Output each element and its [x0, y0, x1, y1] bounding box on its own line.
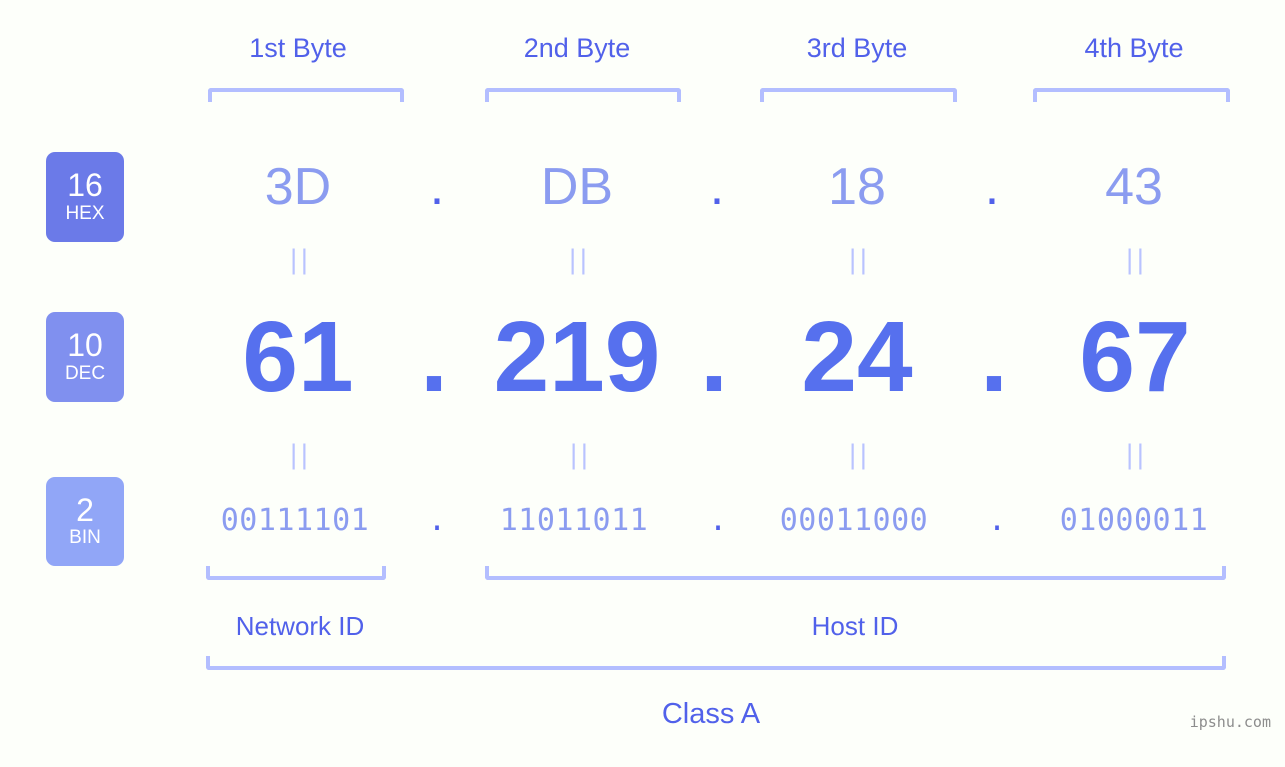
byte-header-2: 2nd Byte — [523, 33, 631, 63]
bin-octet-4: 01000011 — [1059, 503, 1209, 538]
byte-bracket-1 — [208, 88, 404, 102]
equals-dec-bin-2: || — [569, 440, 591, 470]
equals-hex-dec-1: || — [289, 245, 311, 275]
network-id-bracket — [206, 566, 386, 580]
bin-separator-2: . — [708, 503, 728, 538]
class-label: Class A — [661, 698, 761, 730]
equals-dec-bin-4: || — [1125, 440, 1147, 470]
dec-octet-4: 67 — [1079, 301, 1191, 413]
network-id-label: Network ID — [235, 611, 365, 641]
dec-octet-2: 219 — [493, 301, 661, 413]
byte-bracket-3 — [760, 88, 957, 102]
base-badge-hex: 16 HEX — [46, 152, 124, 242]
base-badge-bin-number: 2 — [76, 491, 94, 528]
dec-octet-3: 24 — [801, 301, 913, 413]
dec-separator-2: . — [700, 301, 728, 413]
equals-hex-dec-2: || — [568, 245, 590, 275]
bin-octet-3: 00011000 — [779, 503, 929, 538]
equals-dec-bin-1: || — [289, 440, 311, 470]
dec-octet-1: 61 — [242, 301, 354, 413]
hex-separator-2: . — [709, 158, 725, 216]
bin-octet-1: 00111101 — [220, 503, 370, 538]
base-badge-hex-name: HEX — [65, 202, 105, 224]
dec-separator-1: . — [420, 301, 448, 413]
byte-bracket-2 — [485, 88, 681, 102]
host-id-bracket — [485, 566, 1226, 580]
site-watermark: ipshu.com — [1189, 713, 1271, 731]
byte-header-1: 1st Byte — [249, 33, 347, 63]
byte-header-4: 4th Byte — [1084, 33, 1184, 63]
ip-breakdown-diagram: 1st Byte 2nd Byte 3rd Byte 4th Byte 16 H… — [0, 0, 1285, 767]
hex-separator-3: . — [984, 158, 1000, 216]
base-badge-dec-number: 10 — [67, 327, 103, 364]
equals-hex-dec-4: || — [1125, 245, 1147, 275]
hex-octet-4: 43 — [1105, 158, 1163, 216]
base-badge-dec: 10 DEC — [46, 312, 124, 402]
bin-separator-1: . — [427, 503, 447, 538]
host-id-label: Host ID — [811, 611, 899, 641]
equals-dec-bin-3: || — [848, 440, 870, 470]
class-bracket — [206, 656, 1226, 670]
hex-octet-3: 18 — [828, 158, 886, 216]
bin-octet-2: 11011011 — [499, 503, 649, 538]
base-badge-bin-name: BIN — [69, 527, 101, 549]
hex-octet-1: 3D — [264, 158, 332, 216]
dec-separator-3: . — [980, 301, 1008, 413]
hex-separator-1: . — [429, 158, 445, 216]
equals-hex-dec-3: || — [848, 245, 870, 275]
byte-header-3: 3rd Byte — [806, 33, 908, 63]
bin-separator-3: . — [987, 503, 1007, 538]
base-badge-hex-number: 16 — [67, 167, 103, 204]
hex-octet-2: DB — [540, 158, 614, 216]
base-badge-dec-name: DEC — [64, 362, 106, 384]
byte-bracket-4 — [1033, 88, 1230, 102]
base-badge-bin: 2 BIN — [46, 477, 124, 566]
